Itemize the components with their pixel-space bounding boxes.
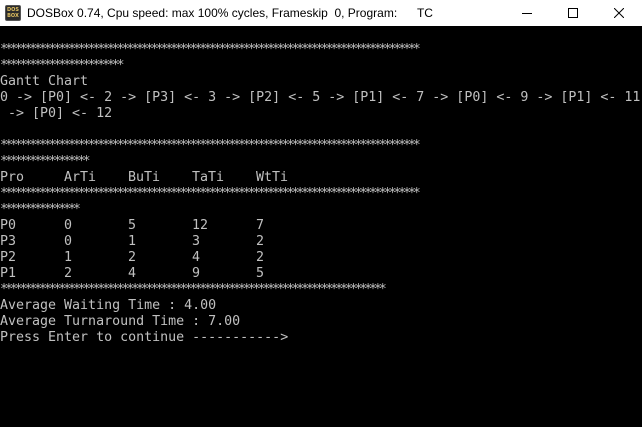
table-row: P1 2 4 9 5 xyxy=(0,266,642,282)
cell-arrival: 2 xyxy=(64,266,73,281)
close-icon xyxy=(614,8,624,18)
cell-arrival: 1 xyxy=(64,250,73,265)
separator-line: ****************************************… xyxy=(0,42,421,57)
maximize-icon xyxy=(568,8,578,18)
icon-text-bottom: BOX xyxy=(7,13,19,19)
cell-process: P0 xyxy=(0,218,17,233)
cell-turnaround: 4 xyxy=(192,250,201,265)
gantt-chart-line: 0 -> [P0] <- 2 -> [P3] <- 3 -> [P2] <- 5… xyxy=(0,90,641,105)
header-arrival-time: ArTi xyxy=(64,170,97,185)
cell-waiting: 2 xyxy=(256,234,265,249)
title-bar[interactable]: DOS BOX DOSBox 0.74, Cpu speed: max 100%… xyxy=(0,0,642,26)
cell-waiting: 7 xyxy=(256,218,265,233)
dosbox-window: DOS BOX DOSBox 0.74, Cpu speed: max 100%… xyxy=(0,0,642,427)
table-row: P0 0 5 12 7 xyxy=(0,218,642,234)
close-button[interactable] xyxy=(596,0,642,26)
header-burst-time: BuTi xyxy=(128,170,161,185)
cell-burst: 2 xyxy=(128,250,137,265)
header-turnaround-time: TaTi xyxy=(192,170,225,185)
gantt-chart-line: -> [P0] <- 12 xyxy=(0,106,113,121)
table-row: P2 1 2 4 2 xyxy=(0,250,642,266)
cell-waiting: 5 xyxy=(256,266,265,281)
cell-waiting: 2 xyxy=(256,250,265,265)
continue-prompt: Press Enter to continue -----------> xyxy=(0,330,289,345)
cell-turnaround: 12 xyxy=(192,218,209,233)
header-waiting-time: WtTi xyxy=(256,170,289,185)
cell-turnaround: 3 xyxy=(192,234,201,249)
cell-process: P2 xyxy=(0,250,17,265)
cell-turnaround: 9 xyxy=(192,266,201,281)
dosbox-app-icon[interactable]: DOS BOX xyxy=(5,5,21,21)
cell-burst: 4 xyxy=(128,266,137,281)
gantt-chart-title: Gantt Chart xyxy=(0,74,89,89)
minimize-icon xyxy=(522,13,532,14)
table-row: P3 0 1 3 2 xyxy=(0,234,642,250)
window-title: DOSBox 0.74, Cpu speed: max 100% cycles,… xyxy=(27,6,433,20)
average-waiting-time: Average Waiting Time : 4.00 xyxy=(0,298,217,313)
separator-line: ****************************************… xyxy=(0,282,387,297)
cell-process: P3 xyxy=(0,234,17,249)
header-process: Pro xyxy=(0,170,25,185)
separator-line: ****************************************… xyxy=(0,186,421,201)
average-turnaround-time: Average Turnaround Time : 7.00 xyxy=(0,314,241,329)
separator-line: ************************* xyxy=(0,58,125,73)
separator-line: ****************************************… xyxy=(0,138,421,153)
maximize-button[interactable] xyxy=(550,0,596,26)
window-controls xyxy=(504,0,642,26)
table-header: Pro ArTi BuTi TaTi WtTi xyxy=(0,170,642,186)
dos-console[interactable]: ****************************************… xyxy=(0,42,642,427)
cell-process: P1 xyxy=(0,266,17,281)
cell-arrival: 0 xyxy=(64,218,73,233)
separator-line: **************** xyxy=(0,202,81,217)
cell-burst: 5 xyxy=(128,218,137,233)
minimize-button[interactable] xyxy=(504,0,550,26)
cell-arrival: 0 xyxy=(64,234,73,249)
separator-line: ****************** xyxy=(0,154,91,169)
cell-burst: 1 xyxy=(128,234,137,249)
